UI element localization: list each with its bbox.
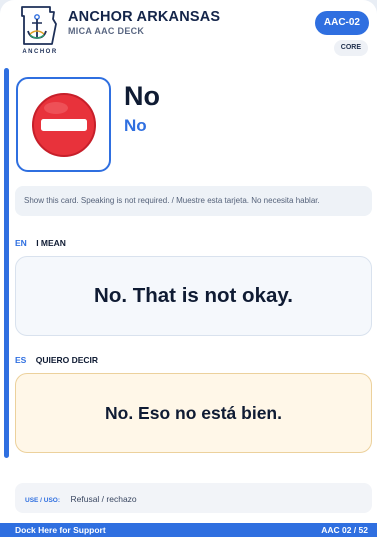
- symbol-tile: [16, 77, 111, 172]
- word-primary: No: [124, 81, 160, 111]
- logo-wordmark: ANCHOR: [22, 49, 58, 55]
- word-secondary: No: [124, 116, 147, 135]
- spanish-title: QUIERO DECIR: [35, 355, 99, 365]
- english-code: EN: [15, 238, 27, 248]
- usage-label: USE / USO:: [25, 497, 61, 504]
- deck-name: MICA AAC DECK: [68, 26, 145, 36]
- spanish-section-header: ES QUIERO DECIR: [15, 355, 98, 365]
- brand-name: ANCHOR ARKANSAS: [68, 9, 221, 25]
- usage-box: USE / USO: Refusal / rechazo: [15, 483, 372, 513]
- support-link[interactable]: Dock Here for Support: [15, 523, 106, 537]
- brand-block: ANCHOR ARKANSAS MICA AAC DECK: [68, 9, 220, 36]
- card-header: ANCHOR ANCHOR ARKANSAS MICA AAC DECK AAC…: [0, 0, 377, 66]
- no-entry-icon: [32, 93, 96, 157]
- card-code-badge: AAC-02: [314, 11, 369, 35]
- instruction-banner: Show this card. Speaking is not required…: [15, 186, 372, 216]
- page-counter: AAC 02 / 52: [321, 525, 368, 535]
- english-title: I MEAN: [36, 238, 66, 248]
- footer-bar: Dock Here for Support AAC 02 / 52: [0, 523, 377, 537]
- spanish-code: ES: [15, 355, 27, 365]
- arkansas-anchor-icon: [21, 6, 57, 45]
- english-section-header: EN I MEAN: [15, 238, 66, 248]
- spanish-phrase: No. Eso no está bien.: [15, 373, 372, 453]
- category-badge: CORE: [333, 40, 368, 56]
- aac-card: ANCHOR ANCHOR ARKANSAS MICA AAC DECK AAC…: [0, 0, 377, 537]
- accent-bar: [4, 68, 9, 458]
- anchor-logo: ANCHOR: [16, 4, 60, 60]
- usage-value: Refusal / rechazo: [70, 494, 137, 504]
- english-phrase: No. That is not okay.: [15, 256, 372, 336]
